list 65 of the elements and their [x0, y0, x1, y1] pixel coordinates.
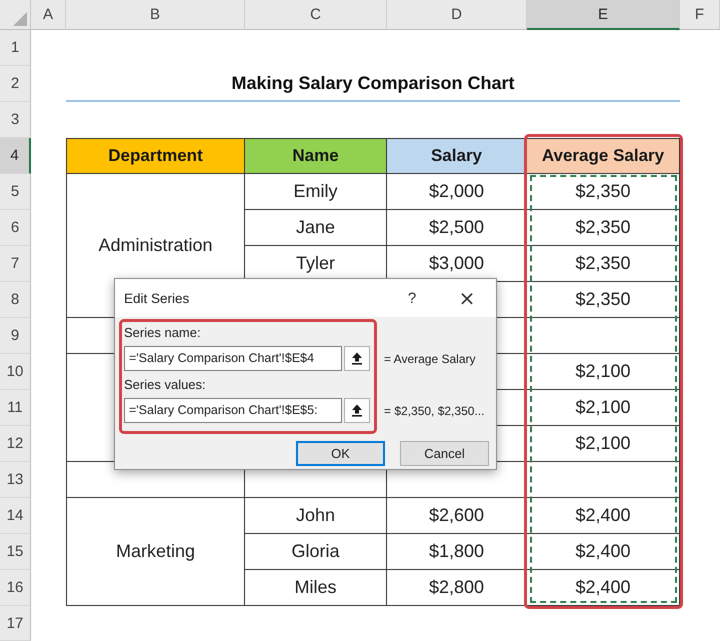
table-cell: $2,400 — [527, 498, 680, 534]
dialog-title: Edit Series — [124, 290, 190, 306]
column-heading: Name — [245, 138, 387, 174]
field-result: = $2,350, $2,350... — [384, 404, 484, 418]
table-cell: $2,100 — [527, 354, 680, 390]
row-header[interactable]: 11 — [0, 390, 31, 426]
table-cell: $2,350 — [527, 174, 680, 210]
row-header[interactable]: 13 — [0, 462, 31, 498]
row-header[interactable]: 7 — [0, 246, 31, 282]
input-field[interactable]: ='Salary Comparison Chart'!$E$4 — [124, 346, 342, 371]
row-header[interactable]: 6 — [0, 210, 31, 246]
range-select-button[interactable] — [344, 346, 370, 371]
column-header[interactable]: A — [31, 0, 66, 30]
help-button[interactable]: ? — [397, 283, 427, 313]
table-cell: $2,350 — [527, 210, 680, 246]
row-header[interactable]: 12 — [0, 426, 31, 462]
row-header[interactable]: 15 — [0, 534, 31, 570]
table-cell: Marketing — [66, 498, 245, 606]
row-header[interactable]: 8 — [0, 282, 31, 318]
table-cell: $2,350 — [527, 282, 680, 318]
row-header[interactable]: 3 — [0, 102, 31, 138]
column-heading: Department — [66, 138, 245, 174]
field-result: = Average Salary — [384, 352, 476, 366]
table-cell: Emily — [245, 174, 387, 210]
row-header[interactable]: 16 — [0, 570, 31, 606]
table-cell: $2,400 — [527, 534, 680, 570]
table-cell: $2,800 — [387, 570, 527, 606]
table-cell: $2,350 — [527, 246, 680, 282]
field-label: Series values: — [124, 376, 206, 394]
field-label: Series name: — [124, 324, 201, 342]
row-header[interactable]: 10 — [0, 354, 31, 390]
column-header[interactable]: F — [680, 0, 720, 30]
table-cell: $2,100 — [527, 426, 680, 462]
ok-button[interactable]: OK — [296, 441, 385, 466]
table-cell: $2,100 — [527, 390, 680, 426]
table-cell: $2,000 — [387, 174, 527, 210]
column-heading: Average Salary — [527, 138, 680, 174]
row-header[interactable]: 1 — [0, 30, 31, 66]
table-cell: Gloria — [245, 534, 387, 570]
close-button[interactable]: × — [444, 280, 490, 316]
row-header[interactable]: 4 — [0, 138, 31, 174]
input-field[interactable]: ='Salary Comparison Chart'!$E$5: — [124, 398, 342, 423]
table-cell: $1,800 — [387, 534, 527, 570]
sheet-title: Making Salary Comparison Chart — [231, 72, 515, 94]
triangle-icon — [13, 12, 27, 26]
column-header[interactable]: B — [66, 0, 245, 30]
column-heading: Salary — [387, 138, 527, 174]
row-header[interactable]: 17 — [0, 606, 31, 641]
column-header[interactable]: C — [245, 0, 387, 30]
table-cell: John — [245, 498, 387, 534]
row-header[interactable]: 9 — [0, 318, 31, 354]
column-header[interactable]: E — [527, 0, 680, 30]
up-arrow-icon — [351, 352, 363, 365]
table-cell: $2,600 — [387, 498, 527, 534]
row-header[interactable]: 5 — [0, 174, 31, 210]
cancel-button[interactable]: Cancel — [400, 441, 489, 466]
table-cell: Jane — [245, 210, 387, 246]
row-header[interactable]: 14 — [0, 498, 31, 534]
range-select-button[interactable] — [344, 398, 370, 423]
table-cell: Miles — [245, 570, 387, 606]
table-cell: $2,400 — [527, 570, 680, 606]
row-header[interactable]: 2 — [0, 66, 31, 102]
column-header[interactable]: D — [387, 0, 527, 30]
table-cell: $2,500 — [387, 210, 527, 246]
up-arrow-icon — [351, 404, 363, 417]
